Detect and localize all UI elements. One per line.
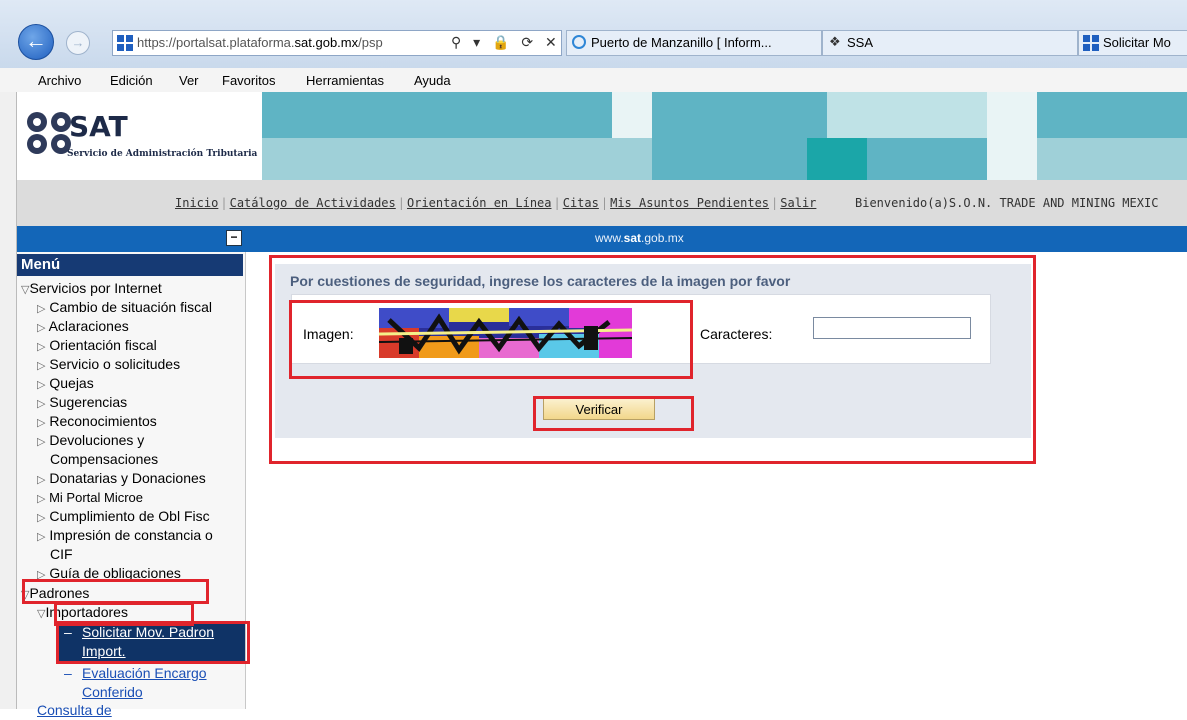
sat-logo-subtitle: Servicio de Administración Tributaria: [67, 149, 258, 159]
triangle-right-icon: ▷: [37, 436, 46, 448]
triangle-right-icon: ▷: [37, 398, 46, 410]
sidebar-item-impresion[interactable]: ▷ Impresión de constancia o: [37, 526, 213, 547]
sidebar-item-aclaraciones[interactable]: ▷ Aclaraciones: [37, 317, 129, 338]
triangle-right-icon: ▷: [37, 417, 46, 429]
link-inicio[interactable]: Inicio: [175, 196, 218, 210]
link-mis-asuntos[interactable]: Mis Asuntos Pendientes: [610, 196, 769, 210]
sidebar-item-devoluciones-cont[interactable]: Compensaciones: [50, 450, 158, 469]
sidebar-item-devoluciones[interactable]: ▷ Devoluciones y: [37, 431, 144, 452]
browser-menubar: Archivo Edición Ver Favoritos Herramient…: [0, 68, 1187, 93]
highlight-box-solicitar: [56, 621, 250, 664]
sidebar-item-impresion-cont[interactable]: CIF: [50, 545, 73, 564]
tab-puerto-manzanillo[interactable]: Puerto de Manzanillo [ Inform...: [566, 30, 822, 56]
url-text: https://portalsat.plataforma.sat.gob.mx/…: [137, 35, 383, 50]
tab-ssa[interactable]: ❖ SSA: [822, 30, 1078, 56]
triangle-right-icon: ▷: [37, 303, 46, 315]
link-orientacion[interactable]: Orientación en Línea: [407, 196, 552, 210]
site-url: www.sat.gob.mx: [595, 231, 684, 245]
sidebar-item-sugerencias[interactable]: ▷ Sugerencias: [37, 393, 127, 414]
sat-favicon-icon: [117, 35, 133, 51]
globe-icon: ❖: [829, 34, 841, 49]
triangle-right-icon: ▷: [37, 512, 46, 524]
collapse-menu-button[interactable]: −: [226, 230, 242, 246]
link-citas[interactable]: Citas: [563, 196, 599, 210]
sidebar-item-consulta[interactable]: Consulta de: [37, 701, 112, 720]
top-links: Inicio | Catálogo de Actividades | Orientaci…: [175, 196, 817, 210]
forward-button[interactable]: →: [66, 31, 90, 55]
window-left-edge: [0, 92, 17, 709]
sidebar-item-orientacion[interactable]: ▷ Orientación fiscal: [37, 336, 157, 357]
link-salir[interactable]: Salir: [780, 196, 816, 210]
sidebar-item-donatarias[interactable]: ▷ Donatarias y Donaciones: [37, 469, 206, 490]
welcome-text: Bienvenido(a)S.O.N. TRADE AND MINING MEX…: [855, 196, 1159, 210]
triangle-right-icon: ▷: [37, 531, 46, 543]
menu-edicion[interactable]: Edición: [110, 73, 153, 88]
sidebar-item-servicio[interactable]: ▷ Servicio o solicitudes: [37, 355, 180, 376]
menu-ayuda[interactable]: Ayuda: [414, 73, 451, 88]
triangle-right-icon: ▷: [37, 341, 46, 353]
sidebar-section-servicios[interactable]: ▽Servicios por Internet: [21, 279, 162, 300]
menu-favoritos[interactable]: Favoritos: [222, 73, 275, 88]
address-tools-icons[interactable]: ⚲ ▾ 🔒 ⟳ ✕: [451, 34, 561, 51]
sidebar-item-evaluacion-cont[interactable]: Conferido: [82, 683, 143, 702]
sat-logo-text: SAT: [69, 110, 128, 143]
sidebar-item-cambio[interactable]: ▷ Cambio de situación fiscal: [37, 298, 212, 319]
highlight-box-verify: [533, 396, 694, 431]
triangle-right-icon: ▷: [37, 379, 46, 391]
highlight-box-image: [289, 300, 693, 379]
tab-solicitar[interactable]: Solicitar Mo: [1078, 30, 1187, 56]
sidebar-item-reconocimientos[interactable]: ▷ Reconocimientos: [37, 412, 157, 433]
ie-icon: [572, 35, 586, 49]
link-catalogo[interactable]: Catálogo de Actividades: [230, 196, 396, 210]
menu-archivo[interactable]: Archivo: [38, 73, 81, 88]
triangle-right-icon: ▷: [37, 322, 46, 334]
triangle-right-icon: ▷: [37, 493, 46, 505]
triangle-right-icon: ▷: [37, 360, 46, 372]
menu-ver[interactable]: Ver: [179, 73, 199, 88]
highlight-box-padrones: [22, 579, 209, 604]
sidebar-item-cumplimiento[interactable]: ▷ Cumplimiento de Obl Fisc: [37, 507, 210, 528]
triangle-right-icon: ▷: [37, 474, 46, 486]
menu-header: Menú: [17, 254, 243, 276]
address-bar[interactable]: https://portalsat.plataforma.sat.gob.mx/…: [112, 30, 562, 56]
dash-icon: –: [64, 665, 72, 681]
sidebar-item-quejas[interactable]: ▷ Quejas: [37, 374, 94, 395]
menu-herramientas[interactable]: Herramientas: [306, 73, 384, 88]
sidebar-item-evaluacion[interactable]: Evaluación Encargo: [82, 664, 207, 683]
sidebar-item-microe[interactable]: ▷ Mi Portal Microe: [37, 488, 143, 509]
sat-favicon-icon: [1083, 35, 1099, 51]
sat-header-banner: SAT Servicio de Administración Tributari…: [17, 92, 1187, 180]
back-button[interactable]: ←: [18, 24, 54, 60]
